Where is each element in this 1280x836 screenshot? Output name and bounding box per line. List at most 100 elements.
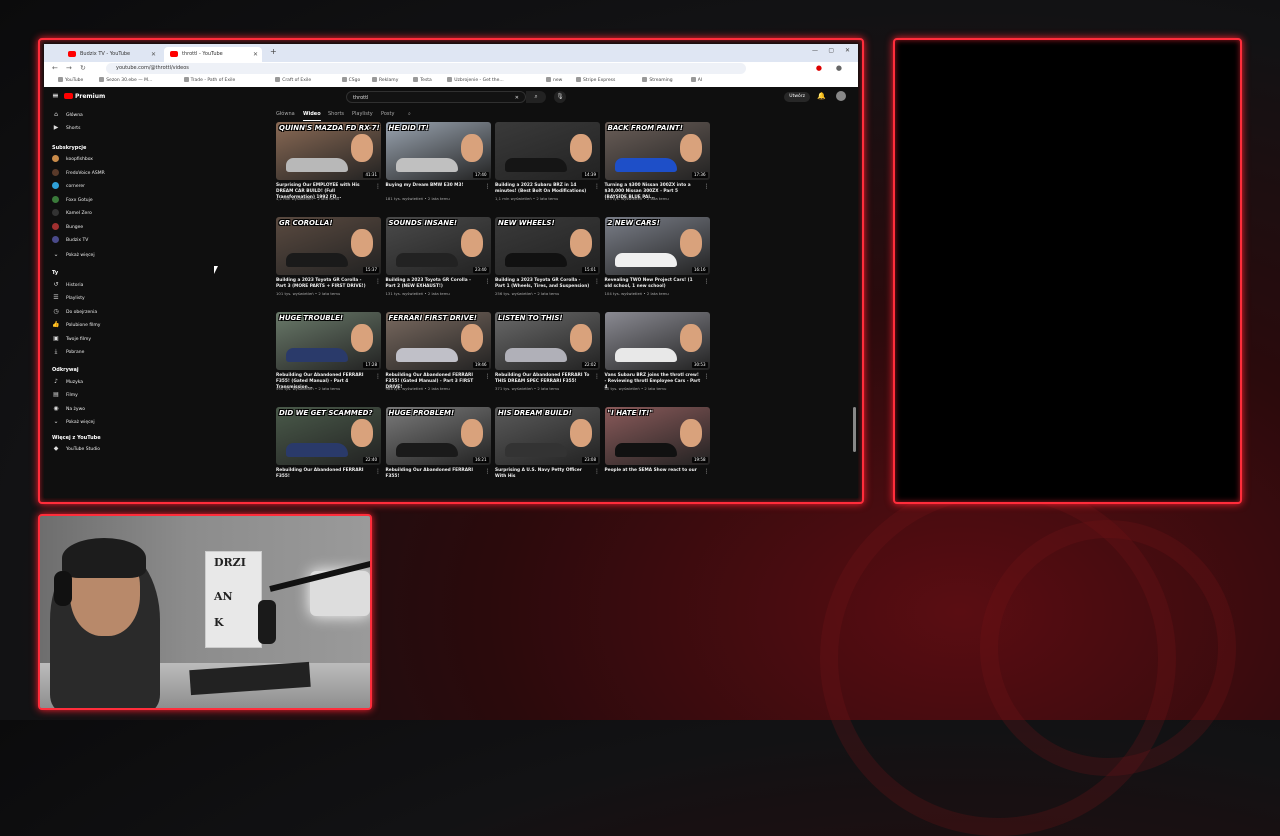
profile-icon[interactable]: ●: [836, 64, 842, 73]
video-thumbnail[interactable]: LISTEN TO THIS! 22:02: [495, 312, 600, 370]
subscriptions-header[interactable]: Subskrypcje: [52, 145, 86, 151]
close-tab-icon[interactable]: ✕: [253, 47, 258, 62]
video-thumbnail[interactable]: BACK FROM PAINT! 17:36: [604, 122, 710, 180]
you-header[interactable]: Ty: [52, 270, 58, 276]
more-options-icon[interactable]: ⋮: [594, 373, 600, 380]
more-options-icon[interactable]: ⋮: [375, 373, 381, 380]
bookmark-item[interactable]: Stripe Express: [576, 77, 615, 85]
video-title[interactable]: Building a 2022 Subaru BRZ in 14 minutes…: [495, 183, 591, 195]
video-thumbnail[interactable]: NEW WHEELS! 15:01: [495, 217, 600, 275]
video-title[interactable]: Rebuilding Our Abandoned FERRARI F355!: [386, 468, 482, 480]
video-thumbnail[interactable]: 30:53: [604, 312, 710, 370]
bookmark-item[interactable]: new: [546, 77, 562, 85]
tab-shorts[interactable]: Shorts: [328, 108, 344, 120]
more-options-icon[interactable]: ⋮: [485, 373, 491, 380]
close-tab-icon[interactable]: ✕: [151, 47, 156, 62]
address-bar[interactable]: youtube.com/@throttl/videos: [106, 63, 746, 74]
sidebar-item[interactable]: ⤓ Pobrane: [52, 347, 85, 357]
clear-search-icon[interactable]: ✕: [515, 92, 519, 104]
bookmark-item[interactable]: Reklamy: [372, 77, 398, 85]
search-channel-icon[interactable]: ⌕: [408, 108, 411, 120]
more-options-icon[interactable]: ⋮: [704, 373, 710, 380]
tab-budzix[interactable]: Budzix TV - YouTube ✕: [62, 47, 160, 62]
video-title[interactable]: Rebuilding Our Abandoned FERRARI F355!: [276, 468, 372, 480]
search-input[interactable]: throttl ✕: [346, 91, 526, 103]
tab-główna[interactable]: Główna: [276, 108, 295, 120]
reload-icon[interactable]: ↻: [80, 64, 86, 73]
explore-header[interactable]: Odkrywaj: [52, 367, 79, 373]
back-icon[interactable]: ←: [52, 64, 58, 73]
sidebar-item-subscription[interactable]: Kamel Zero: [52, 209, 92, 219]
more-options-icon[interactable]: ⋮: [704, 278, 710, 285]
more-options-icon[interactable]: ⋮: [594, 468, 600, 475]
more-options-icon[interactable]: ⋮: [704, 183, 710, 190]
sidebar-item[interactable]: ◷ Do obejrzenia: [52, 307, 97, 317]
sidebar-item[interactable]: ▶ Shorts: [52, 123, 81, 133]
sidebar-item[interactable]: 👍 Polubione filmy: [52, 320, 100, 330]
sidebar-item-subscription[interactable]: Budzix TV: [52, 236, 88, 246]
sidebar-item-subscription[interactable]: Foxx Gotuje: [52, 195, 93, 206]
tab-throttl[interactable]: throttl - YouTube ✕: [164, 47, 262, 62]
video-thumbnail[interactable]: 2 NEW CARS! 16:16: [604, 217, 710, 275]
video-thumbnail[interactable]: HE DID IT! 17:40: [385, 122, 491, 180]
bookmark-item[interactable]: YouTube: [58, 77, 83, 85]
menu-icon[interactable]: ≡: [52, 91, 59, 100]
video-title[interactable]: Building a 2023 Toyota GR Corolla - Part…: [495, 278, 591, 290]
video-title[interactable]: Rebuilding Our Abandoned FERRARI To THIS…: [495, 373, 591, 385]
more-options-icon[interactable]: ⋮: [594, 183, 600, 190]
more-options-icon[interactable]: ⋮: [485, 183, 491, 190]
video-title[interactable]: People at the SEMA Show react to our: [605, 468, 701, 474]
video-thumbnail[interactable]: HIS DREAM BUILD! 23:08: [495, 407, 600, 465]
more-options-icon[interactable]: ⋮: [375, 183, 381, 190]
video-thumbnail[interactable]: "I HATE IT!" 19:58: [604, 407, 710, 465]
sidebar-item[interactable]: ▣ Twoje filmy: [52, 334, 91, 344]
avatar[interactable]: [836, 91, 846, 101]
sidebar-item[interactable]: ⌄ Pokaż więcej: [52, 250, 94, 260]
more-options-icon[interactable]: ⋮: [704, 468, 710, 475]
close-window-icon[interactable]: ✕: [845, 47, 850, 54]
bookmark-item[interactable]: Trade - Path of Exile: [183, 77, 235, 85]
sidebar-item-subscription[interactable]: Bungee: [52, 222, 83, 233]
video-title[interactable]: Building a 2023 Toyota GR Corolla - Part…: [386, 278, 482, 290]
bookmark-item[interactable]: Uzbrojenie - Get the...: [447, 77, 504, 85]
video-thumbnail[interactable]: SOUNDS INSANE! 23:40: [385, 217, 491, 275]
more-options-icon[interactable]: ⋮: [485, 278, 491, 285]
scrollbar[interactable]: [853, 407, 856, 452]
bookmark-item[interactable]: Streaming: [642, 77, 673, 85]
sidebar-item-subscription[interactable]: koopfishbox: [52, 155, 93, 165]
create-button[interactable]: Utwórz: [784, 92, 810, 102]
bookmark-item[interactable]: CSgo: [341, 77, 360, 85]
bookmark-item[interactable]: Sezon 30.ebe — M...: [99, 77, 152, 85]
video-thumbnail[interactable]: 14:39: [495, 122, 600, 180]
sidebar-item[interactable]: ◆ YouTube Studio: [52, 444, 100, 454]
sidebar-item-subscription[interactable]: cornerer: [52, 182, 85, 192]
sidebar-item[interactable]: ⌂ Główna: [52, 110, 83, 120]
video-title[interactable]: Surprising A U.S. Navy Petty Officer Wit…: [495, 468, 591, 480]
more-options-icon[interactable]: ⋮: [375, 468, 381, 475]
sidebar-item[interactable]: ♪ Muzyka: [52, 377, 83, 387]
video-title[interactable]: Building a 2023 Toyota GR Corolla - Part…: [276, 278, 372, 290]
video-thumbnail[interactable]: HUGE TROUBLE! 17:28: [276, 312, 381, 370]
bookmark-item[interactable]: Craft of Exile: [275, 77, 311, 85]
bookmark-item[interactable]: Testa: [413, 77, 432, 85]
video-thumbnail[interactable]: FERRARI FIRST DRIVE! 19:46: [385, 312, 491, 370]
bookmark-item[interactable]: AI: [690, 77, 702, 85]
sidebar-item[interactable]: ◉ Na żywo: [52, 404, 85, 414]
more-header[interactable]: Więcej z YouTube: [52, 435, 101, 441]
video-thumbnail[interactable]: DID WE GET SCAMMED? 22:40: [276, 407, 381, 465]
sidebar-item[interactable]: ▤ Filmy: [52, 390, 78, 400]
forward-icon[interactable]: →: [66, 64, 72, 73]
extensions-icon[interactable]: ●: [816, 64, 822, 73]
sidebar-item[interactable]: ☰ Playlisty: [52, 293, 84, 303]
tab-playlisty[interactable]: Playlisty: [352, 108, 373, 120]
video-thumbnail[interactable]: QUINN'S MAZDA FD RX-7! 41:31: [276, 122, 381, 180]
sidebar-item[interactable]: ↺ Historia: [52, 280, 83, 290]
more-options-icon[interactable]: ⋮: [375, 278, 381, 285]
search-button[interactable]: ⌕: [526, 91, 546, 103]
notifications-icon[interactable]: 🔔: [817, 92, 826, 100]
new-tab-button[interactable]: +: [270, 47, 277, 56]
video-title[interactable]: Revealing TWO New Project Cars! (1 old s…: [605, 278, 701, 290]
tab-wideo[interactable]: Wideo: [303, 108, 321, 121]
tab-posty[interactable]: Posty: [381, 108, 394, 120]
minimize-icon[interactable]: —: [812, 47, 818, 54]
